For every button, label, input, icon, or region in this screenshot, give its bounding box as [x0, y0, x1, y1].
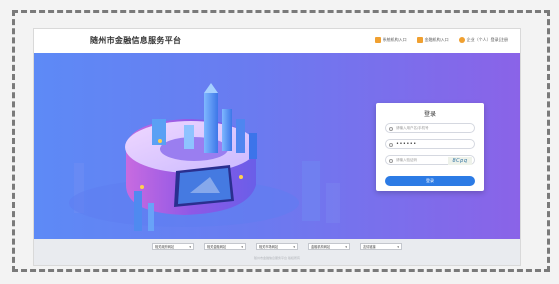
select-government-sites[interactable]: 相关政府网站 ▾	[152, 243, 194, 250]
username-placeholder: 请输入用户名/手机号	[396, 125, 429, 130]
copyright-text: 随州市金融信息服务平台 版权所有	[254, 256, 300, 260]
chevron-down-icon: ▾	[345, 244, 347, 249]
username-field[interactable]: 请输入用户名/手机号	[385, 123, 475, 133]
footer: 相关政府网站 ▾ 相关金融网站 ▾ 相关市场网站 ▾ 金融机构网站 ▾ 友情链接 ▾ 随州…	[34, 239, 520, 265]
nav-system-entry-label: 系统机构入口	[382, 37, 407, 42]
select-market-sites[interactable]: 相关市场网站 ▾	[256, 243, 298, 250]
select-label: 相关金融网站	[207, 245, 227, 249]
captcha-placeholder: 请输入验证码	[396, 157, 417, 162]
captcha-field[interactable]: 请输入验证码 8Cpq	[385, 155, 475, 165]
login-title: 登录	[423, 111, 436, 118]
top-nav: 系统机构入口 金融机构入口 企业（个人）登录|注册	[374, 37, 508, 43]
select-friendly-links[interactable]: 友情链接 ▾	[360, 243, 402, 250]
hero-banner: 登录 请输入用户名/手机号 •••••• 请输入验证码 8Cpq 登录	[34, 53, 520, 239]
select-finance-sites[interactable]: 相关金融网站 ▾	[204, 243, 246, 250]
chevron-down-icon: ▾	[397, 244, 399, 249]
nav-enterprise-login-label: 企业（个人）登录|注册	[466, 37, 508, 42]
chevron-down-icon: ▾	[293, 244, 295, 249]
chevron-down-icon: ▾	[189, 244, 191, 249]
footer-links-bar: 相关政府网站 ▾ 相关金融网站 ▾ 相关市场网站 ▾ 金融机构网站 ▾ 友情链接 ▾	[34, 243, 520, 250]
nav-financial-entry[interactable]: 金融机构入口	[416, 37, 449, 43]
select-label: 友情链接	[363, 245, 376, 249]
chevron-down-icon: ▾	[241, 244, 243, 249]
nav-financial-entry-label: 金融机构入口	[424, 37, 449, 42]
select-label: 相关政府网站	[155, 245, 175, 249]
lock-icon	[389, 142, 393, 147]
login-button[interactable]: 登录	[385, 176, 475, 186]
select-label: 相关市场网站	[259, 245, 279, 249]
nav-enterprise-login[interactable]: 企业（个人）登录|注册	[458, 37, 508, 43]
login-panel: 登录 请输入用户名/手机号 •••••• 请输入验证码 8Cpq 登录	[376, 103, 484, 191]
site-title: 随州市金融信息服务平台	[90, 36, 182, 45]
site-header: 随州市金融信息服务平台 系统机构入口 金融机构入口 企业（个人）登录|注册	[34, 29, 520, 53]
captcha-image[interactable]: 8Cpq	[448, 157, 472, 165]
user-icon	[389, 126, 393, 131]
shield-icon	[389, 158, 393, 163]
password-field[interactable]: ••••••	[385, 139, 475, 149]
select-institution-sites[interactable]: 金融机构网站 ▾	[308, 243, 350, 250]
nav-system-entry[interactable]: 系统机构入口	[374, 37, 407, 43]
password-value: ••••••	[396, 141, 417, 147]
building-icon	[374, 37, 381, 43]
browser-page: 随州市金融信息服务平台 系统机构入口 金融机构入口 企业（个人）登录|注册 登录…	[33, 28, 521, 266]
bank-icon	[416, 37, 423, 43]
user-icon	[458, 37, 465, 43]
select-label: 金融机构网站	[311, 245, 331, 249]
